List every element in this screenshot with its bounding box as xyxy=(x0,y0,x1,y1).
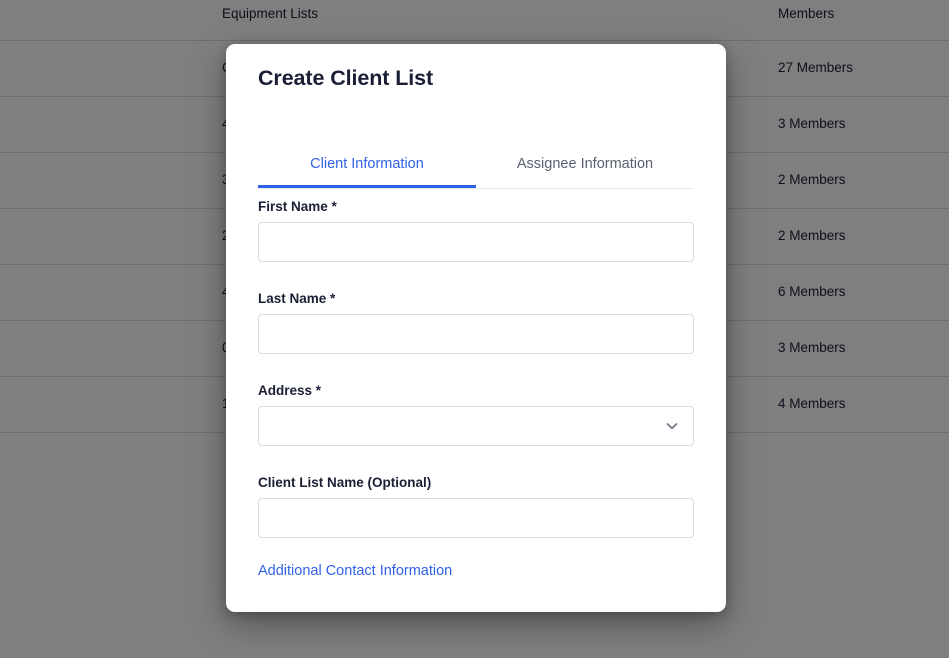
create-client-list-dialog: Create Client List Client Information As… xyxy=(226,44,726,612)
form-spacer xyxy=(258,446,694,473)
tab-assignee-information[interactable]: Assignee Information xyxy=(476,147,694,188)
last-name-input-wrapper xyxy=(258,314,694,354)
field-label-address: Address * xyxy=(258,383,322,398)
form-spacer xyxy=(258,262,694,289)
field-address: Address * xyxy=(258,381,694,446)
client-list-name-input[interactable] xyxy=(259,499,693,537)
additional-contact-information-link[interactable]: Additional Contact Information xyxy=(258,563,452,579)
field-label-first-name: First Name * xyxy=(258,199,337,214)
field-label-last-name: Last Name * xyxy=(258,291,336,306)
field-first-name: First Name * xyxy=(258,197,694,262)
address-select[interactable] xyxy=(258,406,694,446)
first-name-input[interactable] xyxy=(259,223,693,261)
field-last-name: Last Name * xyxy=(258,289,694,354)
field-label-client-list-name: Client List Name (Optional) xyxy=(258,475,432,490)
dialog-tabs: Client Information Assignee Information xyxy=(258,147,694,189)
dialog-title: Create Client List xyxy=(258,66,434,90)
app-root: Equipment Lists Members C 27 Members 4 3… xyxy=(0,0,949,658)
client-information-form: First Name * Last Name * Address * Clien… xyxy=(258,197,694,538)
first-name-input-wrapper xyxy=(258,222,694,262)
form-spacer xyxy=(258,354,694,381)
tab-client-information[interactable]: Client Information xyxy=(258,147,476,188)
field-client-list-name: Client List Name (Optional) xyxy=(258,473,694,538)
last-name-input[interactable] xyxy=(259,315,693,353)
chevron-down-icon xyxy=(664,418,680,434)
client-list-name-input-wrapper xyxy=(258,498,694,538)
